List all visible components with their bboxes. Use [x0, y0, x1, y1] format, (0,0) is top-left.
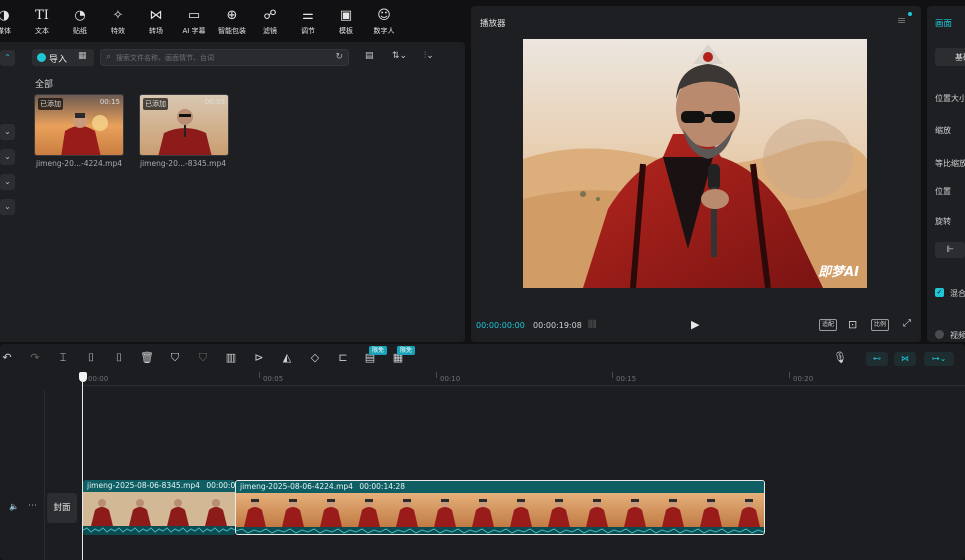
redo-icon[interactable]: ↷	[28, 351, 42, 365]
toolbar-sticker[interactable]: ◔ 贴纸	[62, 8, 98, 36]
timeline-ruler[interactable]	[82, 370, 965, 386]
play-button[interactable]: ▶	[691, 318, 699, 331]
player-title: 播放器	[480, 19, 506, 29]
fit-button[interactable]: 适配	[819, 319, 837, 331]
rotate-icon[interactable]: ◇	[308, 351, 322, 365]
cover-button[interactable]: 封面	[47, 493, 77, 523]
section-title: 全部	[35, 80, 54, 90]
crop-icon[interactable]: ⊏	[336, 351, 350, 365]
toolbar-ai-subtitle[interactable]: ▭ AI 字幕	[176, 8, 212, 36]
delete-icon[interactable]: 🗑	[140, 351, 154, 365]
split-icon[interactable]: ⌶	[56, 351, 70, 365]
free-tag-2: 限免	[397, 346, 416, 355]
video-preview[interactable]: 即梦AI	[523, 39, 867, 288]
screenshot-icon[interactable]: ⊡	[848, 318, 857, 331]
toolbar-template[interactable]: ▣ 模板	[328, 8, 364, 36]
search-icon: ⌕	[106, 52, 112, 62]
media-thumbnail-2[interactable]: 已添加 00:05	[139, 94, 229, 156]
reverse-icon[interactable]: ⊳	[252, 351, 266, 365]
sidebar-expand-button-4[interactable]: ⌄	[0, 199, 15, 215]
toolbar-smart-package[interactable]: ⊕ 智能包装	[214, 8, 250, 36]
sticker-icon: ◔	[74, 8, 86, 23]
ai-subtitle-icon: ▭	[187, 8, 201, 23]
sidebar-expand-button-2[interactable]: ⌄	[0, 149, 15, 165]
split-left-icon[interactable]: ⌷	[84, 351, 98, 365]
sort-icon[interactable]: ⇅⌄	[392, 51, 407, 61]
top-toolbar: ◑ 媒体 TI 文本 ◔ 贴纸 ✧ 特效 ⋈ 转场 ▭ AI 字幕 ⊕ 智能包装…	[0, 0, 465, 42]
toolbar-text[interactable]: TI 文本	[24, 8, 60, 36]
track-header-divider	[44, 390, 45, 560]
preview-axis-toggle[interactable]: ⊶⌄	[924, 352, 954, 366]
toolbar-transition[interactable]: ⋈ 转场	[138, 8, 174, 36]
blend-checkbox[interactable]: ✓	[935, 288, 944, 297]
shield-icon[interactable]: ⛉	[196, 351, 210, 365]
template-icon: ▣	[339, 8, 353, 23]
track-more-icon[interactable]: ⋯	[28, 501, 37, 511]
freeze-frame-icon[interactable]: ▥	[224, 351, 238, 365]
sidebar-expand-button-3[interactable]: ⌄	[0, 174, 15, 190]
toolbar-media[interactable]: ◑ 媒体	[0, 8, 22, 36]
clip-1-thumbnails	[83, 492, 235, 535]
import-button[interactable]: 导入 ▦	[32, 49, 94, 66]
media-panel	[0, 42, 465, 342]
sidebar-expand-button-1[interactable]: ⌄	[0, 124, 15, 140]
media-thumbnail-1[interactable]: 已添加 00:15	[34, 94, 124, 156]
free-tag-1: 限免	[369, 346, 388, 355]
total-time: 00:00:19:08	[533, 321, 582, 330]
align-left-button[interactable]: ⊩	[935, 242, 965, 258]
inspector-subtab-basic[interactable]: 基础	[935, 48, 965, 66]
split-right-icon[interactable]: ⌷	[112, 351, 126, 365]
view-toggle-icon[interactable]: ▤	[365, 51, 374, 61]
marker-icon[interactable]: ⛉	[168, 351, 182, 365]
track-mute-icon[interactable]: 🔈	[9, 502, 19, 511]
video-frame-image	[523, 39, 867, 288]
player-menu-icon[interactable]: ≡	[897, 14, 906, 27]
playhead[interactable]	[79, 372, 87, 382]
stabilize-checkbox[interactable]	[935, 330, 944, 339]
undo-icon[interactable]: ↶	[0, 351, 14, 365]
watermark-logo: 即梦AI	[818, 265, 859, 280]
current-time: 00:00:00:00	[476, 321, 525, 330]
sidebar-collapse-button[interactable]: ⌃	[0, 50, 15, 66]
clip-2-thumbnails	[236, 493, 764, 534]
toolbar-effects[interactable]: ✧ 特效	[100, 8, 136, 36]
media-icon: ◑	[0, 8, 10, 23]
timecode-format-icon[interactable]: ⫼⫼	[588, 320, 596, 330]
adjust-icon: ⚌	[302, 8, 314, 23]
toolbar-filter[interactable]: ☍ 滤镜	[252, 8, 288, 36]
smart-package-icon: ⊕	[226, 8, 238, 23]
effects-icon: ✧	[112, 8, 124, 23]
toolbar-adjust[interactable]: ⚌ 调节	[290, 8, 326, 36]
player-status-dot	[908, 12, 912, 16]
refresh-icon[interactable]: ↻	[335, 52, 343, 62]
import-icon	[37, 53, 46, 62]
timeline-clip-1[interactable]: jimeng-2025-08-06-8345.mp4 00:00:04	[83, 480, 235, 535]
fullscreen-icon[interactable]: ⤢	[903, 318, 911, 329]
microphone-icon[interactable]: 🎙	[833, 351, 847, 365]
text-icon: TI	[35, 8, 49, 23]
filter-dropdown-icon[interactable]: ⫶⌄	[424, 51, 434, 61]
mirror-icon[interactable]: ◭	[280, 351, 294, 365]
toolbar-digital-human[interactable]: ☺ 数字人	[366, 8, 402, 36]
qr-icon[interactable]: ▦	[78, 51, 87, 61]
timeline-clip-2[interactable]: jimeng-2025-08-06-4224.mp4 00:00:14:28	[235, 480, 765, 535]
search-input[interactable]: ⌕ 搜索文件名称、画面情节、台词 ↻	[100, 49, 349, 66]
inspector-tab-picture[interactable]: 画面	[935, 17, 952, 29]
transition-icon: ⋈	[149, 8, 163, 23]
ratio-button[interactable]: 比例	[871, 319, 889, 331]
filter-icon: ☍	[263, 8, 277, 23]
digital-human-icon: ☺	[377, 8, 391, 23]
link-toggle[interactable]: ⊷	[866, 352, 888, 366]
snap-toggle[interactable]: ⋈	[894, 352, 916, 366]
